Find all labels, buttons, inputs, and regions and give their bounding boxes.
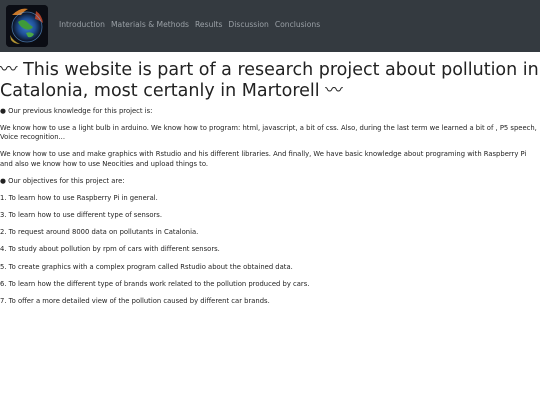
globe-logo-icon: [6, 5, 48, 47]
top-navbar: Introduction Materials & Methods Results…: [0, 0, 540, 52]
objective-item: 5. To create graphics with a complex pro…: [0, 262, 293, 271]
objective-item: 6. To learn how the different type of br…: [0, 279, 310, 288]
objective-item: 7. To offer a more detailed view of the …: [0, 296, 270, 305]
nav-link-materials-methods[interactable]: Materials & Methods: [111, 20, 189, 29]
site-logo[interactable]: [6, 5, 48, 47]
nav-link-conclusions[interactable]: Conclusions: [275, 20, 320, 29]
objective-item: 2. To request around 8000 data on pollut…: [0, 228, 199, 237]
nav-link-introduction[interactable]: Introduction: [59, 20, 105, 29]
main-content: 〰 This website is part of a research pro…: [0, 60, 540, 307]
objectives-heading: ● Our objectives for this project are:: [0, 176, 125, 185]
knowledge-paragraph-2: We know how to use and make graphics wit…: [0, 150, 527, 168]
nav-links: Introduction Materials & Methods Results…: [59, 20, 320, 29]
objective-item: 3. To learn how to use different type of…: [0, 210, 163, 219]
nav-link-discussion[interactable]: Discussion: [228, 20, 268, 29]
knowledge-heading: ● Our previous knowledge for this projec…: [0, 107, 153, 115]
nav-link-results[interactable]: Results: [195, 20, 222, 29]
objective-item: 1. To learn how to use Raspberry Pi in g…: [0, 193, 158, 202]
objective-item: 4. To study about pollution by rpm of ca…: [0, 245, 220, 254]
page-headline: 〰 This website is part of a research pro…: [0, 60, 539, 101]
knowledge-paragraph-1: We know how to use a light bulb in ardui…: [0, 123, 537, 142]
